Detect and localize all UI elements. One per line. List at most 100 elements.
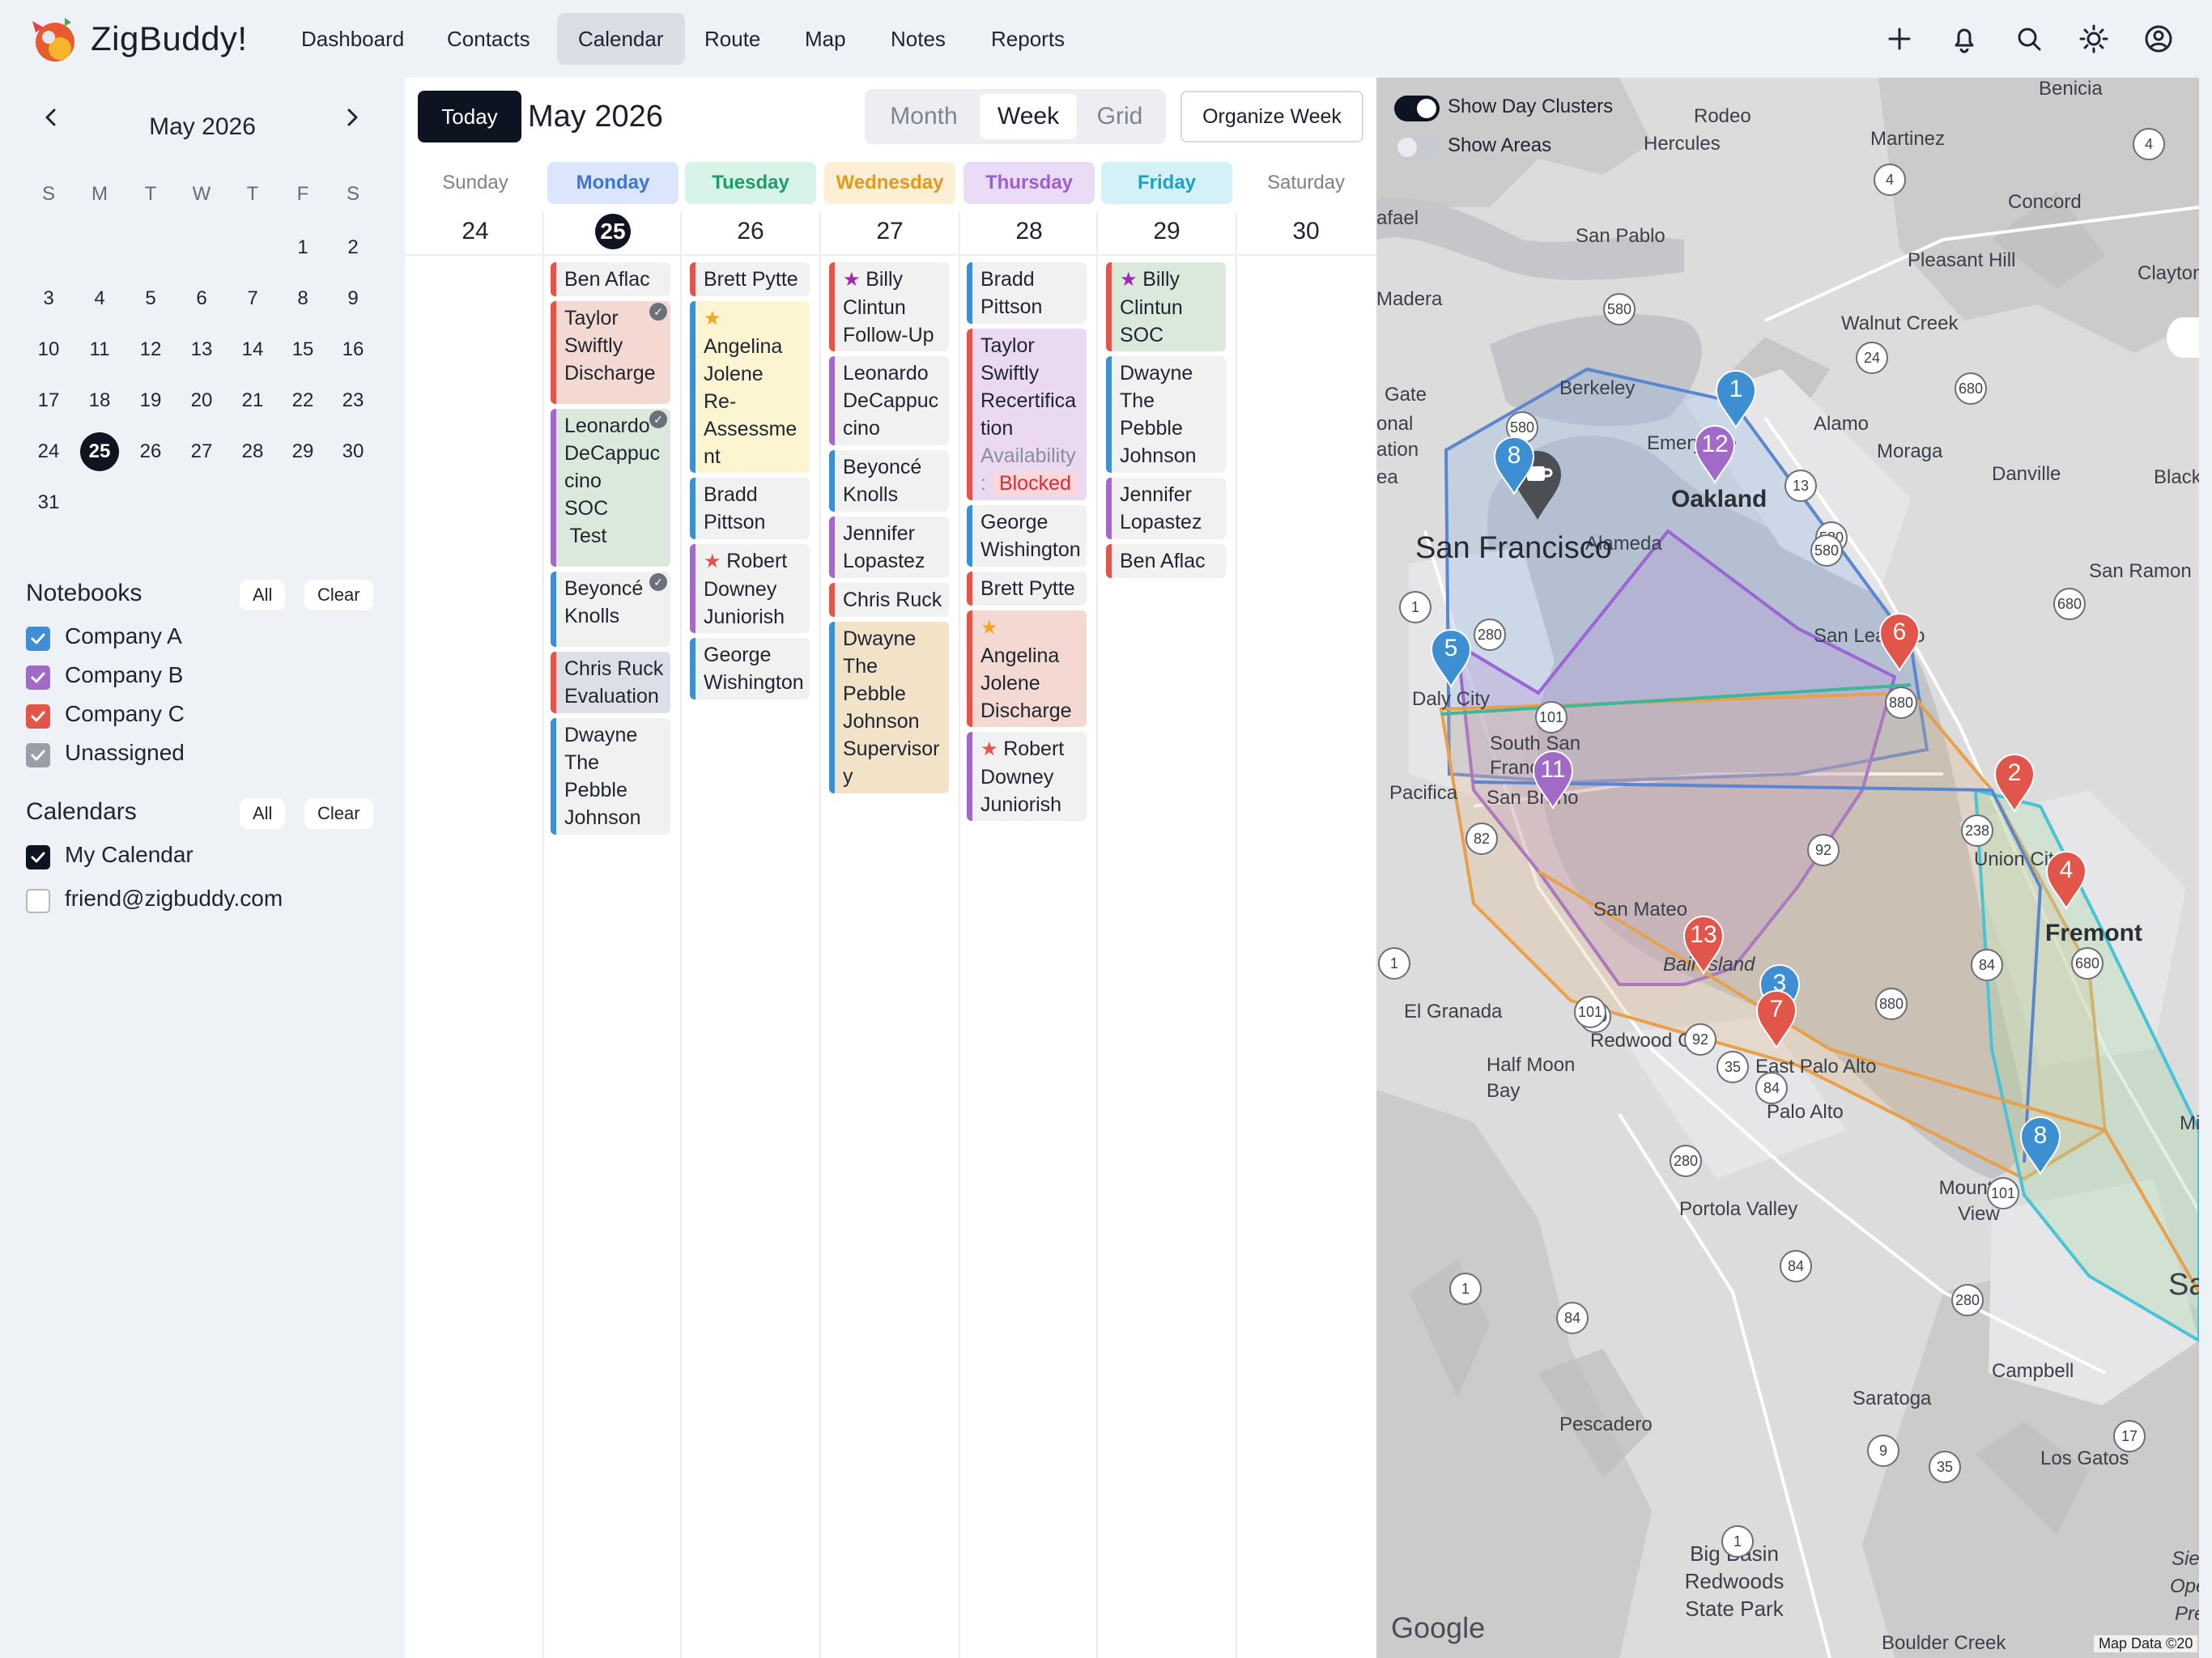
notebook-label[interactable]: Company A [65, 623, 182, 649]
day-number-tuesday[interactable]: 26 [682, 215, 819, 248]
calendar-event[interactable]: Dwayne The Pebble Johnson Supervisor y [829, 622, 949, 793]
mini-calendar-day[interactable]: 20 [177, 380, 226, 422]
day-number-sunday[interactable]: 24 [406, 215, 544, 248]
map-pin[interactable]: 8 [2018, 1116, 2063, 1175]
search-icon[interactable] [2008, 18, 2050, 60]
mini-calendar-day[interactable]: 24 [24, 431, 73, 473]
view-grid-tab[interactable]: Grid [1078, 94, 1161, 139]
mini-calendar-day[interactable]: 15 [279, 329, 327, 371]
map-pin[interactable]: 13 [1681, 915, 1726, 975]
mini-calendar-day[interactable]: 29 [279, 431, 327, 473]
day-header-sunday[interactable]: Sunday [410, 162, 541, 204]
day-header-monday[interactable]: Monday [547, 162, 678, 204]
mini-calendar-day[interactable]: 13 [177, 329, 226, 371]
calendar-checkbox[interactable] [26, 845, 50, 869]
mini-calendar-day[interactable]: 5 [126, 278, 175, 320]
mini-calendar-day[interactable]: 12 [126, 329, 175, 371]
calendar-checkbox[interactable] [26, 889, 50, 913]
map-pin[interactable]: 8 [1491, 436, 1537, 495]
map-pin[interactable]: 12 [1692, 424, 1738, 484]
calendar-event[interactable]: Taylor Swiftly Recertifica tion Availability… [967, 329, 1087, 500]
notebook-label[interactable]: Company C [65, 701, 185, 727]
calendar-label[interactable]: friend@zigbuddy.com [65, 886, 283, 912]
show-areas-toggle[interactable] [1394, 134, 1440, 160]
notebooks-clear-button[interactable]: Clear [304, 580, 373, 610]
mini-calendar-day[interactable]: 30 [329, 431, 377, 473]
mini-calendar-day[interactable]: 25 [80, 432, 119, 471]
calendar-event[interactable]: Beyoncé Knolls [829, 450, 949, 512]
calendar-event[interactable]: Brett Pytte [967, 572, 1087, 606]
nav-dashboard[interactable]: Dashboard [280, 13, 425, 65]
nav-calendar[interactable]: Calendar [557, 13, 685, 65]
calendars-all-button[interactable]: All [240, 798, 286, 829]
map-pin[interactable]: 6 [1877, 612, 1922, 672]
bell-icon[interactable] [1943, 18, 1985, 60]
mini-calendar-day[interactable]: 3 [24, 278, 73, 320]
zigbuddy-logo-icon[interactable] [24, 13, 81, 65]
calendar-event[interactable]: Leonardo DeCappuc cino [829, 356, 949, 445]
sun-icon[interactable] [2073, 18, 2115, 60]
mini-calendar-day[interactable]: 22 [279, 380, 327, 422]
notebook-checkbox[interactable] [26, 665, 50, 690]
map-view[interactable]: Benicia Rodeo Hercules Martinez Concord … [1376, 78, 2199, 1658]
map-pin[interactable]: 4 [2044, 850, 2089, 910]
day-header-tuesday[interactable]: Tuesday [685, 162, 816, 204]
map-pin[interactable]: 2 [1992, 753, 2037, 813]
show-day-clusters-toggle[interactable] [1394, 96, 1440, 121]
mini-calendar-day[interactable]: 1 [279, 227, 327, 269]
map-pin[interactable]: 7 [1754, 989, 1799, 1049]
organize-week-button[interactable]: Organize Week [1180, 91, 1363, 142]
notebook-checkbox[interactable] [26, 704, 50, 729]
notebook-checkbox[interactable] [26, 743, 50, 767]
day-number-thursday[interactable]: 28 [960, 215, 1098, 248]
calendar-event[interactable]: Dwayne The Pebble Johnson [551, 718, 670, 835]
nav-contacts[interactable]: Contacts [426, 13, 551, 65]
calendar-event[interactable]: Ben Aflac [1106, 544, 1226, 578]
calendar-event[interactable]: ★ Angelina Jolene Re- Assessme nt [690, 301, 810, 473]
day-number-wednesday[interactable]: 27 [821, 215, 959, 248]
notebook-label[interactable]: Company B [65, 662, 183, 688]
app-name[interactable]: ZigBuddy! [91, 15, 248, 63]
notebooks-all-button[interactable]: All [240, 580, 286, 610]
day-number-saturday[interactable]: 30 [1237, 215, 1375, 248]
notebook-checkbox[interactable] [26, 627, 50, 651]
calendar-event[interactable]: Beyoncé Knolls ✓ [551, 572, 670, 647]
day-header-friday[interactable]: Friday [1101, 162, 1232, 204]
map-side-control[interactable] [2167, 317, 2199, 358]
prev-month-button[interactable] [31, 97, 71, 138]
day-header-thursday[interactable]: Thursday [963, 162, 1095, 204]
mini-calendar-day[interactable]: 14 [228, 329, 277, 371]
mini-calendar-day[interactable]: 26 [126, 431, 175, 473]
mini-calendar-day[interactable]: 8 [279, 278, 327, 320]
mini-calendar-day[interactable]: 28 [228, 431, 277, 473]
nav-route[interactable]: Route [683, 13, 781, 65]
calendar-event[interactable]: ★ Angelina Jolene Discharge [967, 610, 1087, 727]
calendar-event[interactable]: George Wishington [690, 638, 810, 699]
map-pin[interactable]: 11 [1530, 750, 1576, 810]
calendar-event[interactable]: ★ Robert Downey Juniorish [967, 732, 1087, 821]
next-month-button[interactable] [332, 97, 372, 138]
calendar-event[interactable]: ★ Billy Clintun SOC [1106, 262, 1226, 351]
day-header-wednesday[interactable]: Wednesday [824, 162, 955, 204]
calendar-event[interactable]: Chris Ruck [829, 583, 949, 617]
mini-calendar-day[interactable]: 23 [329, 380, 377, 422]
view-month-tab[interactable]: Month [870, 94, 978, 139]
today-button[interactable]: Today [418, 91, 521, 142]
mini-calendar-day[interactable]: 10 [24, 329, 73, 371]
mini-calendar-day[interactable]: 2 [329, 227, 377, 269]
mini-calendar-day[interactable]: 31 [24, 482, 73, 524]
day-number-monday[interactable]: 25 [544, 214, 682, 249]
calendar-event[interactable]: George Wishington [967, 505, 1087, 567]
nav-reports[interactable]: Reports [970, 13, 1086, 65]
mini-calendar-day[interactable]: 4 [75, 278, 124, 320]
nav-map[interactable]: Map [784, 13, 867, 65]
mini-calendar-day[interactable]: 21 [228, 380, 277, 422]
account-icon[interactable] [2138, 18, 2180, 60]
mini-calendar-day[interactable]: 7 [228, 278, 277, 320]
calendar-event[interactable]: Brett Pytte [690, 262, 810, 296]
view-week-tab[interactable]: Week [980, 94, 1077, 139]
calendar-event[interactable]: Jennifer Lopastez [829, 517, 949, 578]
mini-calendar-day[interactable]: 6 [177, 278, 226, 320]
calendar-event[interactable]: Chris Ruck Evaluation [551, 652, 670, 713]
plus-icon[interactable] [1878, 18, 1921, 60]
